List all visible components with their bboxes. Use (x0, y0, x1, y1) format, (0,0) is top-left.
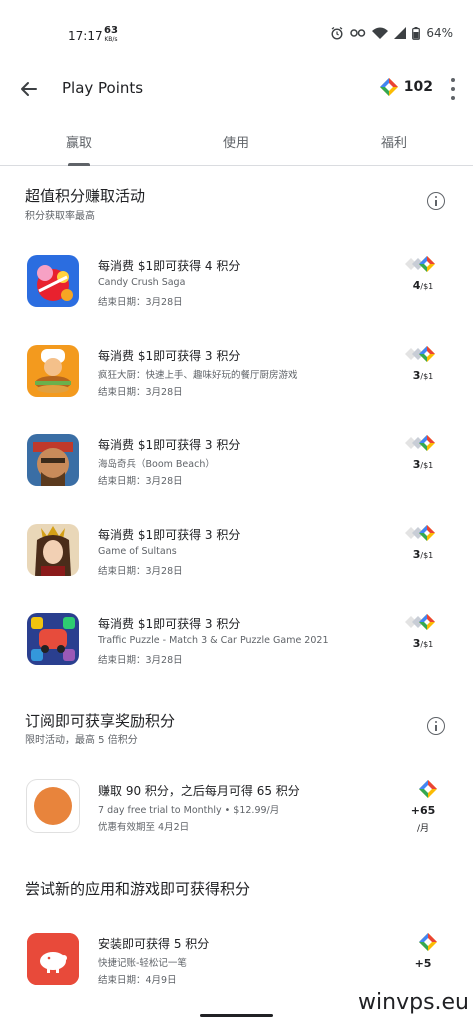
end-date: 结束日期：4月9日 (98, 975, 177, 986)
end-date: 结束日期：3月28日 (98, 566, 183, 577)
info-icon[interactable] (427, 192, 445, 210)
points-rate: 3/$1 (403, 434, 443, 471)
rate-unit: /$1 (420, 372, 434, 381)
points-stack-icon (405, 255, 441, 275)
app-name: Traffic Puzzle - Match 3 & Car Puzzle Ga… (98, 635, 329, 646)
section-title-best-rates: 超值积分赚取活动 (25, 187, 146, 205)
end-date: 结束日期：3月28日 (98, 476, 183, 487)
candy-crush-icon (27, 255, 79, 307)
points-rate: 3/$1 (403, 524, 443, 561)
section-subtitle-subscriptions: 限时活动，最高 5 倍积分 (25, 735, 138, 746)
points-stack-icon (405, 613, 441, 633)
tab-perks[interactable]: 福利 (381, 132, 407, 151)
list-item[interactable]: 每消费 $1即可获得 3 积分 Game of Sultans 结束日期：3月2… (0, 524, 473, 604)
play-points-icon (379, 78, 398, 96)
app-bar: Play Points 102 (0, 62, 473, 116)
tab-indicator (68, 163, 90, 166)
rate-unit: /$1 (420, 461, 434, 470)
cooking-fever-icon (27, 345, 79, 397)
more-options-button[interactable] (449, 78, 457, 100)
points-rate: 3/$1 (403, 345, 443, 382)
alarm-icon (331, 26, 343, 40)
app-name: Candy Crush Saga (98, 277, 186, 288)
watermark-text: winvps.eu (358, 990, 469, 1015)
play-points-icon (405, 780, 441, 800)
section-title-try-apps: 尝试新的应用和游戏即可获得积分 (25, 880, 251, 898)
rate-unit: /月 (416, 824, 430, 834)
back-button[interactable] (16, 76, 42, 102)
offer-expiry: 优惠有效期至 4月2日 (98, 822, 190, 833)
home-indicator[interactable] (200, 1014, 273, 1017)
rate-unit: /$1 (420, 640, 434, 649)
status-time: 17:17 (68, 29, 103, 43)
points-count: 102 (403, 79, 433, 95)
app-name: 疯狂大厨：快速上手、趣味好玩的餐厅厨房游戏 (98, 370, 298, 381)
rate-unit: /$1 (420, 551, 434, 560)
offer-title: 每消费 $1即可获得 4 积分 (98, 259, 241, 273)
tab-earn[interactable]: 赢取 (66, 132, 92, 151)
points-rate: +5 (403, 933, 443, 970)
rate-value: +65 (410, 804, 436, 817)
back-arrow-icon (21, 82, 37, 96)
network-speed: 63 KB/s (104, 25, 118, 44)
status-bar: 17:17 63 KB/s 64% (0, 0, 473, 62)
list-item[interactable]: 每消费 $1即可获得 3 积分 海岛奇兵（Boom Beach） 结束日期：3月… (0, 434, 473, 514)
battery-icon (412, 26, 421, 40)
tab-bar: 赢取 使用 福利 (0, 124, 473, 166)
list-item[interactable]: 每消费 $1即可获得 3 积分 Traffic Puzzle - Match 3… (0, 613, 473, 693)
offer-title: 每消费 $1即可获得 3 积分 (98, 438, 241, 452)
rate-value: +5 (414, 957, 432, 970)
offer-title: 赚取 90 积分，之后每月可得 65 积分 (98, 784, 300, 798)
offer-title: 安装即可获得 5 积分 (98, 937, 210, 951)
subscription-app-icon (27, 780, 79, 832)
game-of-sultans-icon (27, 524, 79, 576)
end-date: 结束日期：3月28日 (98, 655, 183, 666)
section-title-subscriptions: 订阅即可获享奖励积分 (25, 712, 176, 730)
app-name: 快捷记账-轻松记一笔 (98, 958, 187, 969)
traffic-puzzle-icon (27, 613, 79, 665)
end-date: 结束日期：3月28日 (98, 297, 183, 308)
page-title: Play Points (62, 79, 144, 97)
list-item[interactable]: 赚取 90 积分，之后每月可得 65 积分 7 day free trial t… (0, 780, 473, 860)
end-date: 结束日期：3月28日 (98, 387, 183, 398)
points-stack-icon (405, 434, 441, 454)
more-dot (451, 78, 455, 82)
section-subtitle-best-rates: 积分获取率最高 (25, 211, 95, 222)
boom-beach-icon (27, 434, 79, 486)
subscription-plan: 7 day free trial to Monthly • $12.99/月 (98, 805, 280, 816)
vpn-key-icon (350, 29, 366, 37)
points-stack-icon (405, 345, 441, 365)
offer-title: 每消费 $1即可获得 3 积分 (98, 349, 241, 363)
play-points-icon (405, 933, 441, 953)
wifi-icon (372, 27, 389, 39)
info-icon[interactable] (427, 717, 445, 735)
signal-icon (394, 27, 407, 39)
piggy-bank-app-icon (27, 933, 79, 985)
tab-use[interactable]: 使用 (223, 132, 249, 151)
more-dot (451, 96, 455, 100)
points-rate: 4/$1 (403, 255, 443, 292)
points-rate: +65 /月 (403, 780, 443, 834)
points-rate: 3/$1 (403, 613, 443, 650)
battery-percent: 64% (426, 26, 453, 40)
more-dot (451, 87, 455, 91)
points-stack-icon (405, 524, 441, 544)
app-name: Game of Sultans (98, 546, 177, 557)
status-icons: 64% (330, 26, 453, 40)
offer-title: 每消费 $1即可获得 3 积分 (98, 617, 241, 631)
list-item[interactable]: 每消费 $1即可获得 4 积分 Candy Crush Saga 结束日期：3月… (0, 255, 473, 335)
points-balance[interactable]: 102 (379, 78, 433, 96)
app-name: 海岛奇兵（Boom Beach） (98, 459, 215, 470)
list-item[interactable]: 每消费 $1即可获得 3 积分 疯狂大厨：快速上手、趣味好玩的餐厅厨房游戏 结束… (0, 345, 473, 425)
offer-title: 每消费 $1即可获得 3 积分 (98, 528, 241, 542)
rate-unit: /$1 (420, 282, 434, 291)
